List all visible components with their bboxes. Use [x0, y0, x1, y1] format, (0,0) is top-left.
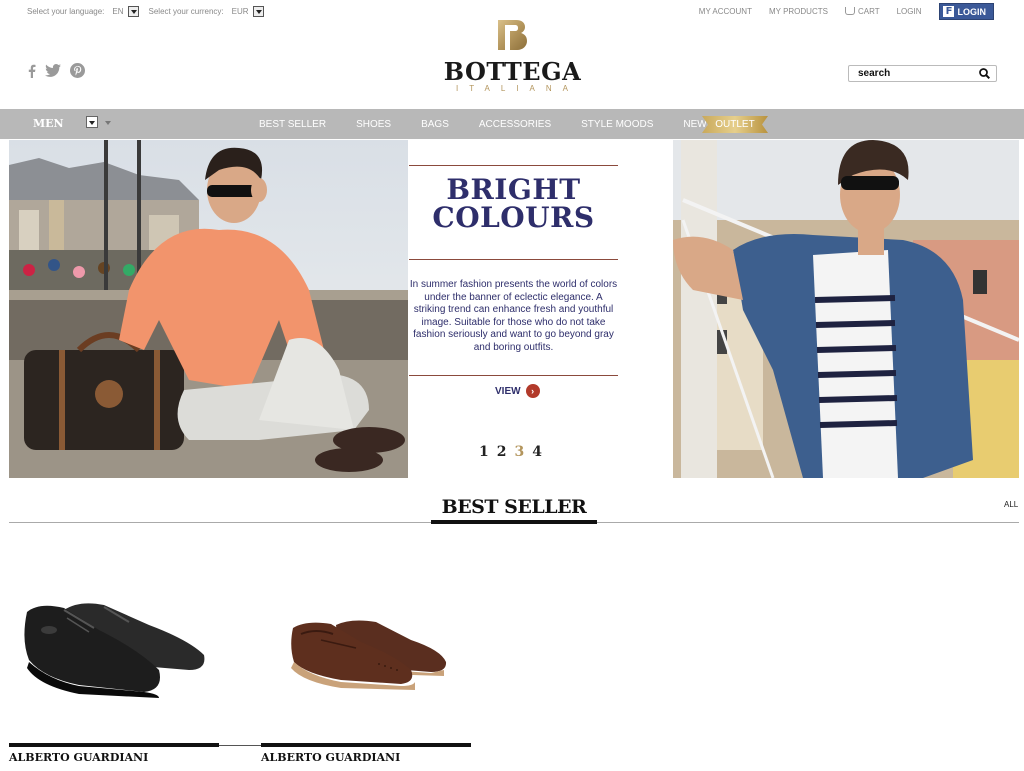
hero-view-label: VIEW: [495, 385, 521, 397]
hero-photo-right[interactable]: [673, 140, 1019, 478]
cart-link[interactable]: CART: [844, 7, 880, 16]
hero-slider: BRIGHT COLOURS In summer fashion present…: [9, 140, 1019, 478]
product-bar: [261, 743, 471, 747]
my-products-link[interactable]: MY PRODUCTS: [769, 7, 828, 16]
nav-items: BEST SELLER SHOES BAGS ACCESSORIES STYLE…: [244, 109, 728, 139]
search-input[interactable]: search: [858, 68, 979, 79]
login-link[interactable]: LOGIN: [897, 7, 922, 16]
my-account-link[interactable]: MY ACCOUNT: [699, 7, 752, 16]
product-name[interactable]: ALBERTO GUARDIANI: [9, 751, 148, 764]
view-all-link[interactable]: ALL: [1004, 500, 1018, 509]
nav-item-best-seller[interactable]: BEST SELLER: [244, 119, 341, 130]
pinterest-icon[interactable]: [70, 63, 85, 78]
best-seller-title: BEST SELLER: [441, 496, 587, 518]
slider-pager: 1 2 3 4: [479, 444, 542, 460]
locale-selectors: Select your language: EN Select your cur…: [27, 6, 270, 17]
product-card[interactable]: ALBERTO GUARDIANI: [261, 570, 471, 771]
site-logo[interactable]: BOTTEGA ITALIANA: [440, 18, 585, 93]
hero-rule-bottom: [409, 375, 618, 376]
pager-page-4[interactable]: 4: [532, 444, 542, 460]
hero-caption: BRIGHT COLOURS In summer fashion present…: [409, 140, 672, 478]
hero-title: BRIGHT COLOURS: [409, 176, 618, 232]
nav-item-style-moods[interactable]: STYLE MOODS: [566, 119, 668, 130]
product-image[interactable]: [9, 570, 219, 735]
gender-label[interactable]: MEN: [33, 117, 64, 130]
currency-dropdown[interactable]: [252, 6, 264, 17]
logo-tagline: ITALIANA: [456, 84, 579, 93]
hero-title-line1: BRIGHT: [446, 173, 581, 206]
language-dropdown[interactable]: [127, 6, 139, 17]
hero-photo-left[interactable]: [9, 140, 408, 478]
hero-title-line2: COLOURS: [432, 201, 595, 234]
chevron-right-icon: ›: [525, 384, 540, 398]
social-links: [28, 63, 85, 78]
search-box[interactable]: search: [848, 65, 997, 82]
logo-monogram-icon: [497, 20, 527, 50]
facebook-login-button[interactable]: f Login: [938, 3, 994, 20]
facebook-login-label: Login: [957, 6, 987, 17]
search-icon[interactable]: [979, 68, 990, 79]
hero-rule-middle: [409, 259, 618, 260]
chevron-down-icon[interactable]: [105, 121, 111, 125]
outlet-label: OUTLET: [715, 119, 755, 130]
nav-item-accessories[interactable]: ACCESSORIES: [464, 119, 566, 130]
hero-body: In summer fashion presents the world of …: [409, 279, 618, 353]
currency-label: Select your currency:: [148, 7, 224, 16]
facebook-icon: f: [942, 6, 954, 17]
nav-item-outlet[interactable]: OUTLET: [702, 116, 768, 133]
logo-wordmark: BOTTEGA: [443, 57, 582, 86]
language-value: EN: [112, 7, 124, 16]
best-seller-underline: [431, 520, 597, 524]
product-image[interactable]: [261, 570, 471, 735]
nav-item-shoes[interactable]: SHOES: [341, 119, 406, 130]
nav-item-bags[interactable]: BAGS: [406, 119, 464, 130]
cart-icon: [844, 7, 855, 15]
product-card[interactable]: ALBERTO GUARDIANI: [9, 570, 219, 771]
gender-dropdown[interactable]: [86, 116, 98, 128]
cart-label: CART: [857, 7, 880, 16]
currency-value: EUR: [231, 7, 249, 16]
hero-view-link[interactable]: VIEW ›: [495, 384, 540, 398]
hero-rule-top: [409, 165, 618, 166]
pager-page-2[interactable]: 2: [497, 444, 507, 460]
pager-page-1[interactable]: 1: [479, 444, 489, 460]
product-bar: [9, 743, 219, 747]
main-nav: MEN BEST SELLER SHOES BAGS ACCESSORIES S…: [0, 109, 1024, 139]
language-label: Select your language:: [27, 7, 105, 16]
twitter-icon[interactable]: [45, 64, 61, 77]
account-links: MY ACCOUNT MY PRODUCTS CART LOGIN f Logi…: [699, 3, 994, 20]
facebook-icon[interactable]: [28, 64, 36, 78]
product-connector-line: [219, 745, 261, 746]
product-name[interactable]: ALBERTO GUARDIANI: [261, 751, 400, 764]
pager-page-3[interactable]: 3: [515, 444, 525, 460]
